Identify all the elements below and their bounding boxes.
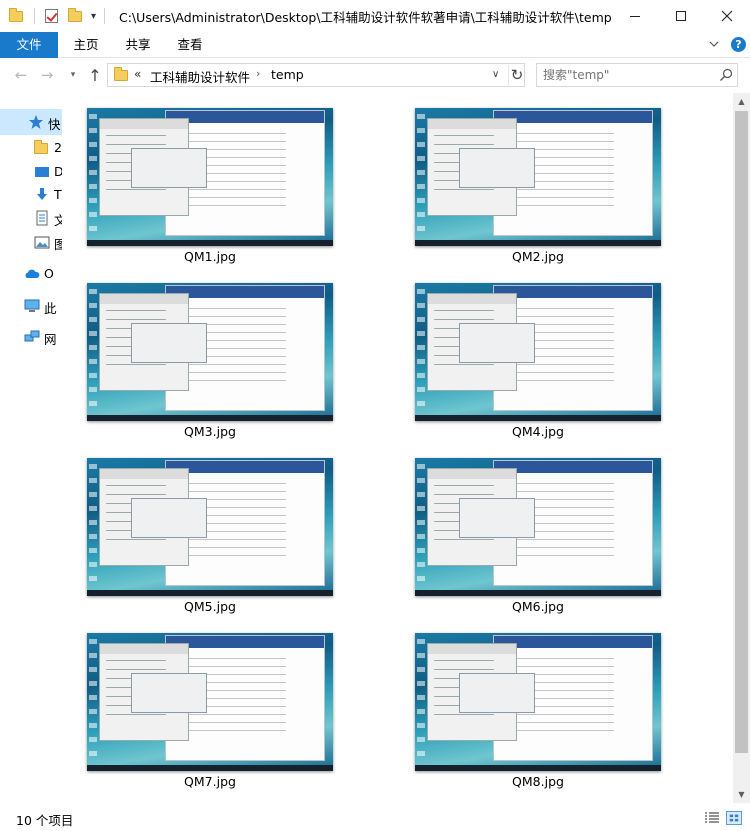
cloud-icon <box>25 269 40 278</box>
navigation-pane: 快 2 D T 文 图 O 此 网 <box>0 93 62 803</box>
file-item[interactable]: QM5.jpg <box>62 443 333 614</box>
minimize-button[interactable] <box>612 0 658 32</box>
file-name: QM6.jpg <box>512 599 564 614</box>
nav-item-network[interactable]: 网 <box>0 324 62 350</box>
quick-access-dropdown-icon[interactable]: ▾ <box>91 11 96 22</box>
details-view-icon[interactable] <box>704 811 720 825</box>
expand-ribbon-icon[interactable] <box>708 38 720 50</box>
nav-item-this-pc[interactable]: 此 <box>0 293 62 319</box>
tab-home[interactable]: 主页 <box>62 32 110 58</box>
download-icon <box>37 188 47 200</box>
image-thumbnail <box>87 633 333 771</box>
status-bar: 10 个项目 <box>0 806 750 831</box>
scrollbar-thumb[interactable] <box>735 111 748 753</box>
file-name: QM8.jpg <box>512 774 564 789</box>
address-bar[interactable]: « 工科辅助设计软件 › temp ∨ ↻ <box>107 63 525 87</box>
address-dropdown-icon[interactable]: ∨ <box>492 69 499 80</box>
nav-item-label: 2 <box>54 140 62 155</box>
file-item[interactable]: QM3.jpg <box>62 268 333 439</box>
nav-item-label: O <box>44 266 54 281</box>
image-thumbnail <box>87 108 333 246</box>
file-name: QM5.jpg <box>184 599 236 614</box>
star-icon <box>29 115 43 129</box>
up-arrow-icon[interactable]: ↑ <box>86 66 104 85</box>
nav-item-label: 快 <box>48 117 61 132</box>
tab-file[interactable]: 文件 <box>0 32 58 58</box>
toolbar-separator <box>34 8 35 24</box>
tab-share[interactable]: 共享 <box>114 32 162 58</box>
recent-locations-dropdown-icon[interactable]: ▾ <box>64 66 82 84</box>
address-overflow-icon[interactable]: « <box>134 67 141 81</box>
nav-item-label: 文 <box>54 213 62 228</box>
image-thumbnail <box>415 108 661 246</box>
file-name: QM7.jpg <box>184 774 236 789</box>
picture-icon <box>34 236 50 249</box>
desktop-icon <box>35 167 49 177</box>
nav-item-label: 图 <box>54 237 62 252</box>
forward-arrow-icon[interactable]: → <box>38 66 56 84</box>
file-name: QM3.jpg <box>184 424 236 439</box>
toolbar-separator <box>104 8 106 24</box>
window-title: C:\Users\Administrator\Desktop\工科辅助设计软件软… <box>119 9 612 25</box>
nav-item-label: 此 <box>44 301 57 316</box>
file-name: QM2.jpg <box>512 249 564 264</box>
breadcrumb-item[interactable]: temp <box>271 67 304 82</box>
search-input[interactable] <box>543 66 713 84</box>
close-icon <box>721 10 733 22</box>
nav-item-pictures[interactable]: 图 <box>0 229 62 255</box>
close-button[interactable] <box>704 0 750 32</box>
search-box[interactable] <box>536 63 738 87</box>
folder-icon <box>8 7 24 24</box>
scroll-down-icon[interactable]: ▼ <box>733 786 750 803</box>
back-arrow-icon[interactable]: ← <box>12 66 30 84</box>
breadcrumb-item[interactable]: 工科辅助设计软件 <box>150 67 250 86</box>
large-icons-view-icon[interactable] <box>726 811 742 825</box>
image-thumbnail <box>87 458 333 596</box>
nav-item-onedrive[interactable]: O <box>0 261 62 287</box>
network-icon <box>24 330 40 342</box>
item-count: 10 个项目 <box>16 813 74 828</box>
navigation-bar: ← → ▾ ↑ « 工科辅助设计软件 › temp ∨ ↻ <box>0 58 750 93</box>
image-thumbnail <box>415 283 661 421</box>
title-bar: ▾ C:\Users\Administrator\Desktop\工科辅助设计软… <box>0 0 750 32</box>
maximize-button[interactable] <box>658 0 704 32</box>
nav-item-folder[interactable]: 2 <box>0 135 62 161</box>
refresh-icon[interactable]: ↻ <box>508 65 525 85</box>
folder-icon <box>34 140 50 156</box>
file-grid: QM1.jpg QM2.jpg QM3.jpg QM4.jpg QM5.jpg … <box>62 93 733 803</box>
tab-view[interactable]: 查看 <box>166 32 214 58</box>
file-name: QM4.jpg <box>512 424 564 439</box>
image-thumbnail <box>415 458 661 596</box>
nav-item-label: T <box>54 187 62 202</box>
image-thumbnail <box>87 283 333 421</box>
file-item[interactable]: QM8.jpg <box>390 618 661 789</box>
maximize-icon <box>676 11 686 21</box>
vertical-scrollbar[interactable]: ▲ ▼ <box>733 93 750 803</box>
breadcrumb-separator-icon[interactable]: › <box>256 67 260 80</box>
file-item[interactable]: QM2.jpg <box>390 93 661 264</box>
nav-item-documents[interactable]: 文 <box>0 205 62 231</box>
minimize-icon <box>630 15 640 17</box>
nav-item-label: 网 <box>44 332 57 347</box>
file-item[interactable]: QM6.jpg <box>390 443 661 614</box>
file-item[interactable]: QM7.jpg <box>62 618 333 789</box>
ribbon: 文件 主页 共享 查看 ? <box>0 32 750 58</box>
file-item[interactable]: QM4.jpg <box>390 268 661 439</box>
properties-icon[interactable] <box>43 8 59 24</box>
computer-icon <box>24 299 40 312</box>
folder-icon <box>114 67 128 81</box>
nav-item-label: D <box>54 164 62 179</box>
file-item[interactable]: QM1.jpg <box>62 93 333 264</box>
file-name: QM1.jpg <box>184 249 236 264</box>
document-icon <box>36 210 48 226</box>
nav-item-quick-access[interactable]: 快 <box>0 109 62 135</box>
new-folder-icon[interactable] <box>67 7 83 24</box>
scroll-up-icon[interactable]: ▲ <box>733 93 750 110</box>
image-thumbnail <box>415 633 661 771</box>
help-icon[interactable]: ? <box>731 37 746 52</box>
search-icon[interactable] <box>719 68 733 82</box>
